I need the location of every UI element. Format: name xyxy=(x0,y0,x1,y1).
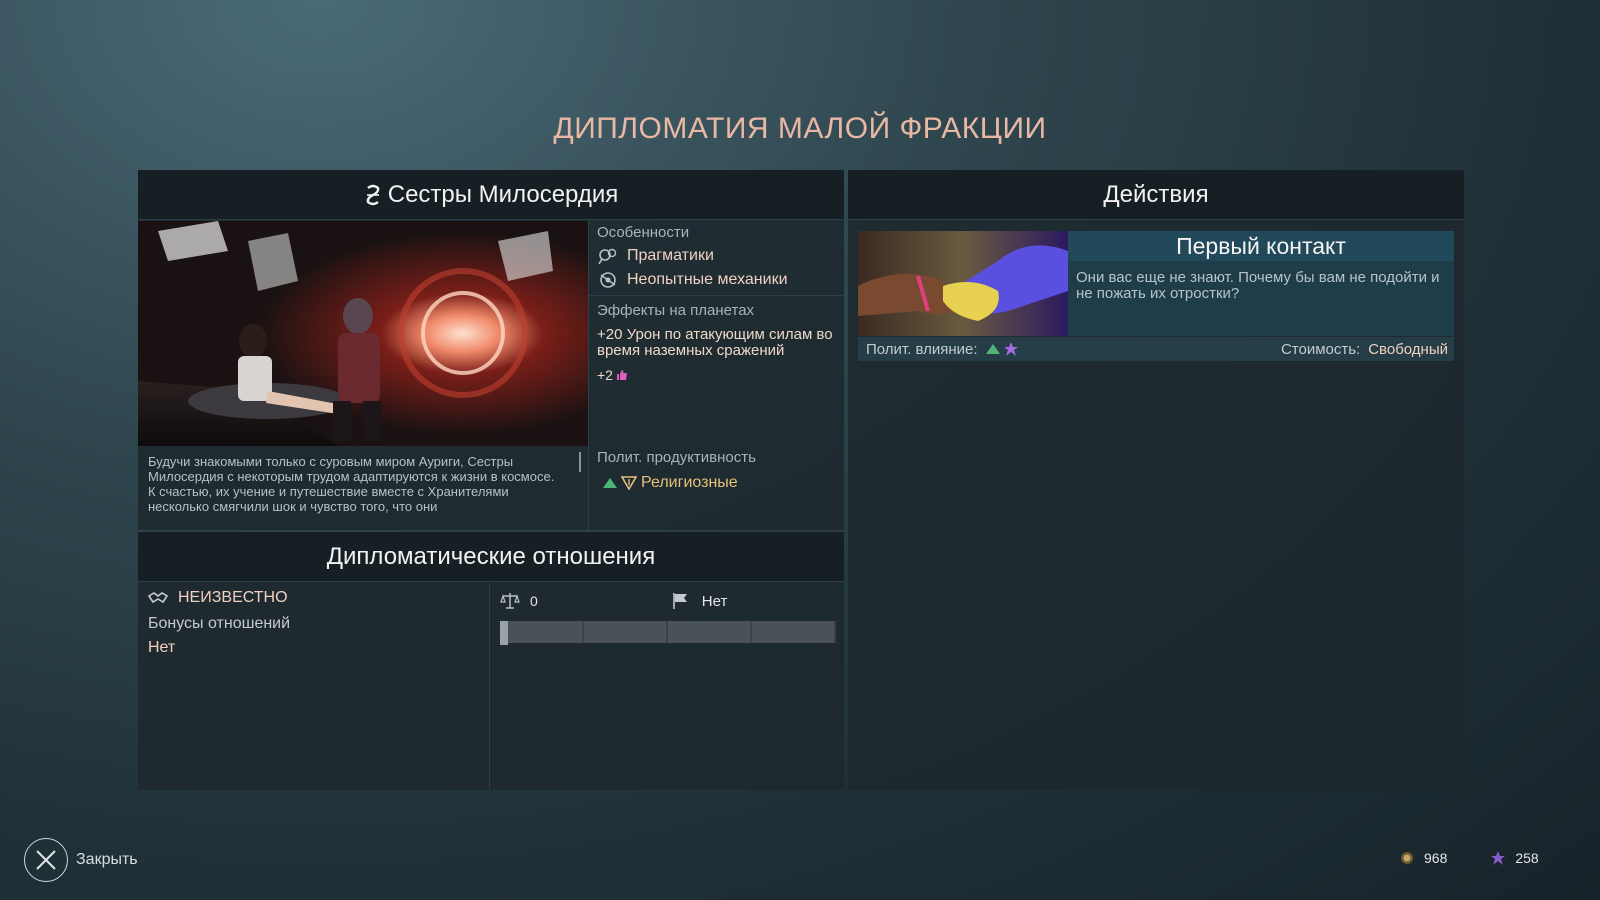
diplomacy-panel: Дипломатические отношения НЕИЗВЕСТНО Бон… xyxy=(138,532,844,790)
trait-label: Неопытные механики xyxy=(627,271,788,288)
trait-label: Прагматики xyxy=(627,247,714,264)
handshake-icon xyxy=(148,591,168,605)
planet-effect: +20 Урон по атакующим силам во время наз… xyxy=(597,326,833,359)
resource-influence: 258 xyxy=(1491,850,1539,866)
action-description: Они вас еще не знают. Почему бы вам не п… xyxy=(1076,269,1440,302)
divider xyxy=(589,295,844,296)
meter-segment xyxy=(668,621,752,643)
faction-name: Сестры Милосердия xyxy=(387,180,619,208)
description-scrollbar[interactable] xyxy=(579,452,581,472)
influence-star-icon xyxy=(1491,851,1506,865)
relation-meter xyxy=(500,621,836,645)
faction-portrait xyxy=(138,221,588,446)
dust-icon xyxy=(1400,851,1414,865)
actions-header: Действия xyxy=(848,170,1464,220)
approval-icon xyxy=(616,369,628,381)
faction-description: Будучи знакомыми только с суровым миром … xyxy=(148,454,555,514)
mechanics-icon xyxy=(597,271,619,289)
arrow-up-icon xyxy=(603,478,617,488)
trait-item[interactable]: Прагматики xyxy=(597,247,844,265)
flag-icon xyxy=(672,592,690,610)
influence-icon xyxy=(1003,342,1018,356)
influence-label: Полит. влияние: xyxy=(866,340,978,358)
religious-icon xyxy=(621,476,637,490)
scales-icon xyxy=(500,592,520,610)
close-label: Закрыть xyxy=(76,851,138,868)
dust-value: 968 xyxy=(1424,850,1448,866)
relation-score: 0 xyxy=(530,593,538,609)
meter-segment xyxy=(584,621,668,643)
political-productivity[interactable]: Религиозные xyxy=(597,474,844,492)
planet-effects-label: Эффекты на планетах xyxy=(597,302,755,319)
political-productivity-label: Полит. продуктивность xyxy=(597,449,756,466)
arrow-up-icon xyxy=(985,344,1000,354)
diplomacy-header: Дипломатические отношения xyxy=(138,532,844,582)
influence-indicator xyxy=(985,342,1018,356)
cost-value: Свободный xyxy=(1368,340,1448,358)
trait-item[interactable]: Неопытные механики xyxy=(597,271,844,289)
actions-panel: Действия Первый контакт Они вас еще не з… xyxy=(848,170,1464,790)
action-footer: Полит. влияние: Стоимость: Свободный xyxy=(858,337,1454,361)
cost-label: Стоимость: xyxy=(1280,340,1361,358)
faction-emblem-icon xyxy=(364,184,382,206)
relation-bonuses-label: Бонусы отношений xyxy=(148,615,291,632)
meter-marker xyxy=(500,621,508,645)
handshake-illustration xyxy=(858,231,1068,336)
relation-bonuses-value: Нет xyxy=(148,639,176,656)
planet-bonus: +2 xyxy=(597,367,844,383)
planet-bonus-value: +2 xyxy=(597,367,613,383)
influence-value: 258 xyxy=(1515,850,1539,866)
resource-dust: 968 xyxy=(1400,850,1447,866)
meter-segment xyxy=(752,621,836,643)
relation-status: НЕИЗВЕСТНО xyxy=(148,589,479,607)
action-title: Первый контакт xyxy=(1068,231,1454,261)
close-icon xyxy=(24,838,68,882)
faction-panel: Сестры Милосердия Будучи знакомыми тольк… xyxy=(138,170,844,530)
close-button[interactable]: Закрыть xyxy=(24,838,138,882)
resource-bar: 968 258 xyxy=(1400,850,1583,866)
traits-label: Особенности xyxy=(597,224,690,241)
political-productivity-value: Религиозные xyxy=(641,474,738,491)
action-first-contact[interactable]: Первый контакт Они вас еще не знают. Поч… xyxy=(858,231,1454,361)
screen-title: ДИПЛОМАТИЯ МАЛОЙ ФРАКЦИИ xyxy=(553,112,1047,145)
faction-header: Сестры Милосердия xyxy=(138,170,844,220)
treaty-status: Нет xyxy=(701,592,728,610)
pragmatic-icon xyxy=(597,247,619,265)
relation-status-label: НЕИЗВЕСТНО xyxy=(178,589,288,606)
faction-traits: Особенности Прагматики Неопытные механик… xyxy=(588,221,844,530)
meter-segment xyxy=(500,621,584,643)
